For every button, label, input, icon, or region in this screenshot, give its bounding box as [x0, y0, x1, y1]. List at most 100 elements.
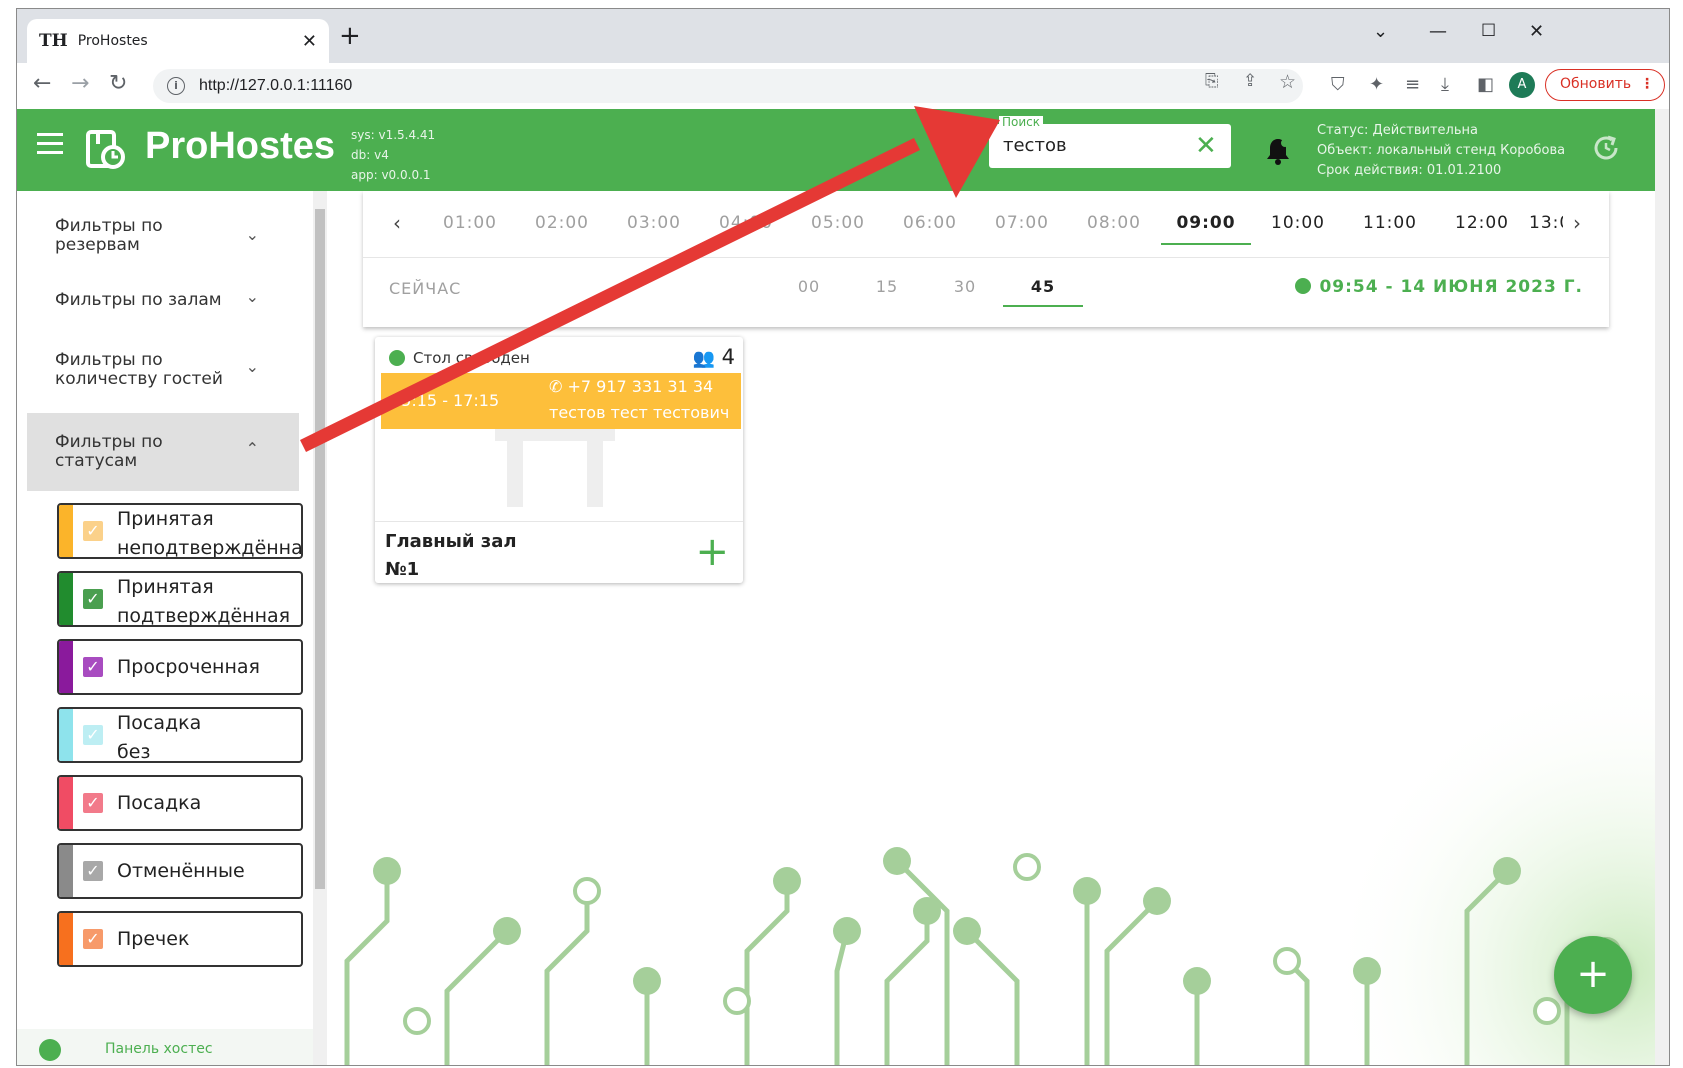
- filter-group-halls[interactable]: Фильтры по залам ⌄: [27, 277, 299, 329]
- status-filter-walkin[interactable]: ✓ Посадкабез бронирования: [57, 707, 303, 763]
- hour-slot[interactable]: 12:00: [1437, 213, 1527, 233]
- status-filter-seating[interactable]: ✓ Посадка: [57, 775, 303, 831]
- address-bar[interactable]: i: [153, 69, 1303, 103]
- status-filter-confirmed[interactable]: ✓ Принятая подтверждённая: [57, 571, 303, 627]
- bookmark-star-icon[interactable]: ☆: [1279, 71, 1296, 93]
- hour-slot[interactable]: 13:00: [1529, 213, 1563, 233]
- add-fab-button[interactable]: +: [1554, 936, 1632, 1014]
- extensions-puzzle-icon[interactable]: ✦: [1369, 74, 1384, 95]
- chevron-left-icon[interactable]: ‹: [393, 211, 401, 235]
- search-field[interactable]: Поиск ✕: [989, 116, 1231, 168]
- status-color-bar: [59, 777, 73, 829]
- status-filter-label: Принятая подтверждённая: [117, 576, 291, 627]
- translate-icon[interactable]: ⎘: [1205, 71, 1219, 91]
- refresh-icon[interactable]: [1591, 133, 1621, 163]
- reload-icon[interactable]: ↻: [109, 71, 127, 96]
- status-filter-overdue[interactable]: ✓ Просроченная: [57, 639, 303, 695]
- status-filter-unconfirmed[interactable]: ✓ Принятая неподтверждённая: [57, 503, 303, 559]
- now-button[interactable]: СЕЙЧАС: [389, 279, 461, 298]
- status-filter-cancelled[interactable]: ✓ Отменённые: [57, 843, 303, 899]
- browser-tab[interactable]: TH ProHostes ✕: [27, 19, 329, 63]
- table-card[interactable]: Стол свободен 👥 4 15:15 - 17:15 ✆ +7 917…: [375, 337, 743, 583]
- side-panel-icon[interactable]: ◧: [1477, 74, 1494, 95]
- hour-slot[interactable]: 03:00: [609, 213, 699, 233]
- tab-search-icon[interactable]: ⌄: [1373, 21, 1388, 42]
- media-controls-icon[interactable]: ≡: [1405, 74, 1420, 95]
- checkbox-checked-icon[interactable]: ✓: [83, 589, 103, 609]
- people-icon: 👥: [692, 348, 715, 369]
- page-scrollbar[interactable]: [1655, 109, 1669, 1065]
- chevron-down-icon: ⌄: [245, 357, 259, 376]
- hour-slot[interactable]: 10:00: [1253, 213, 1343, 233]
- close-window-icon[interactable]: ✕: [1529, 21, 1544, 42]
- download-icon[interactable]: ⤓: [1441, 74, 1449, 95]
- forward-icon[interactable]: →: [71, 71, 89, 96]
- hour-slot[interactable]: 02:00: [517, 213, 607, 233]
- table-card-footer: Главный зал №1 +: [375, 521, 743, 583]
- chevron-right-icon[interactable]: ›: [1573, 211, 1581, 235]
- tab-close-icon[interactable]: ✕: [302, 31, 317, 52]
- menu-icon[interactable]: [37, 133, 63, 160]
- share-icon[interactable]: ⇪: [1243, 71, 1257, 91]
- clock-icon: [1295, 278, 1312, 294]
- hour-slot-active[interactable]: 09:00: [1161, 213, 1251, 245]
- minute-slot[interactable]: 15: [847, 277, 927, 296]
- hour-slot[interactable]: 11:00: [1345, 213, 1435, 233]
- clock-icon: [389, 350, 405, 366]
- hour-slot[interactable]: 04:00: [701, 213, 791, 233]
- back-icon[interactable]: ←: [33, 71, 51, 96]
- reservation-time: 15:15 - 17:15: [391, 391, 500, 410]
- url-input[interactable]: [197, 76, 801, 96]
- license-expiry: Срок действия: 01.01.2100: [1317, 163, 1502, 178]
- table-status-text: Стол свободен: [413, 349, 530, 367]
- minimize-icon[interactable]: —: [1429, 21, 1447, 42]
- hour-slot[interactable]: 08:00: [1069, 213, 1159, 233]
- filter-group-label: статусам: [55, 451, 138, 471]
- reservation-block[interactable]: 15:15 - 17:15 ✆ +7 917 331 31 34 тестов …: [381, 373, 741, 429]
- license-object: Объект: локальный стенд Коробова: [1317, 143, 1566, 158]
- hour-slot[interactable]: 05:00: [793, 213, 883, 233]
- app-header: ProHostes sys: v1.5.4.41 db: v4 app: v0.…: [17, 109, 1655, 191]
- sidebar-scrollbar[interactable]: [313, 191, 327, 1065]
- checkbox-checked-icon[interactable]: ✓: [83, 521, 103, 541]
- update-button-label: Обновить: [1560, 76, 1632, 92]
- hour-slot[interactable]: 06:00: [885, 213, 975, 233]
- filter-group-statuses[interactable]: Фильтры по статусам ⌃: [27, 413, 299, 491]
- tab-title: ProHostes: [77, 33, 148, 49]
- phone-icon: ✆: [549, 377, 563, 396]
- hostess-panel-footer[interactable]: Панель хостес: [17, 1029, 313, 1065]
- maximize-icon[interactable]: ☐: [1481, 21, 1496, 41]
- filter-group-label: Фильтры по залам: [55, 290, 222, 310]
- current-datetime: 09:54 - 14 ИЮНЯ 2023 Г.: [1295, 277, 1583, 297]
- minute-slot-active[interactable]: 45: [1003, 277, 1083, 307]
- checkbox-checked-icon[interactable]: ✓: [83, 725, 103, 745]
- filter-group-reserves[interactable]: Фильтры по резервам ⌄: [27, 203, 299, 269]
- status-filter-label: Пречек: [117, 928, 190, 950]
- profile-avatar[interactable]: A: [1509, 72, 1535, 98]
- version-app: app: v0.0.0.1: [351, 168, 431, 182]
- clock-icon: [39, 1039, 61, 1061]
- hour-slot[interactable]: 07:00: [977, 213, 1067, 233]
- checkbox-checked-icon[interactable]: ✓: [83, 861, 103, 881]
- search-input[interactable]: [1001, 134, 1185, 157]
- status-filter-precheck[interactable]: ✓ Пречек: [57, 911, 303, 967]
- version-db: db: v4: [351, 148, 389, 162]
- checkbox-checked-icon[interactable]: ✓: [83, 793, 103, 813]
- search-label: Поиск: [999, 116, 1044, 128]
- minute-slot[interactable]: 00: [769, 277, 849, 296]
- hour-slot[interactable]: 01:00: [425, 213, 515, 233]
- minute-slot[interactable]: 30: [925, 277, 1005, 296]
- checkbox-checked-icon[interactable]: ✓: [83, 929, 103, 949]
- filter-group-guests[interactable]: Фильтры по количеству гостей ⌄: [27, 335, 299, 401]
- checkbox-checked-icon[interactable]: ✓: [83, 657, 103, 677]
- update-button[interactable]: Обновить ⋮: [1545, 69, 1665, 101]
- clear-search-icon[interactable]: ✕: [1195, 131, 1217, 161]
- menu-kebab-icon[interactable]: ⋮: [1640, 70, 1654, 99]
- bell-icon[interactable]: [1265, 137, 1291, 165]
- scrollbar-thumb[interactable]: [315, 209, 325, 889]
- filter-group-label: Фильтры по: [55, 350, 163, 370]
- new-tab-button[interactable]: +: [339, 23, 361, 49]
- site-info-icon[interactable]: i: [167, 77, 185, 95]
- add-reservation-icon[interactable]: +: [695, 532, 729, 572]
- extension-shield-icon[interactable]: ⛉: [1331, 74, 1345, 95]
